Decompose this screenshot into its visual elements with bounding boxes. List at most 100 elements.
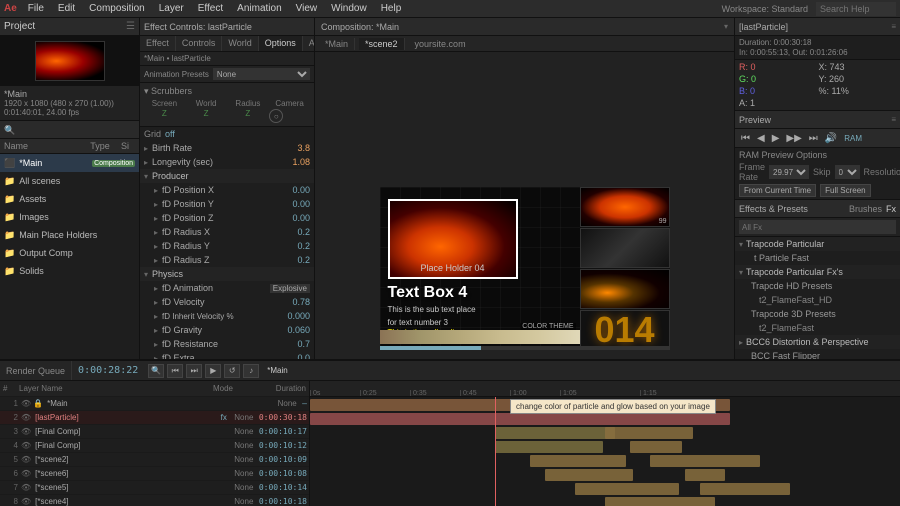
menu-effect[interactable]: Effect — [195, 3, 226, 14]
tl-loop-btn[interactable]: ↺ — [224, 364, 240, 378]
ep-group-trapcode[interactable]: ▾ Trapcode Particular — [735, 237, 900, 251]
param-velocity[interactable]: ▸ fD Velocity 0.78 — [140, 295, 314, 309]
tl-layer-8[interactable]: 8 👁 [*scene4] None 0:00:10:18 — [0, 495, 309, 506]
menu-window[interactable]: Window — [328, 3, 370, 14]
expand-tcfx: ▾ — [739, 268, 743, 277]
full-screen-btn[interactable]: Full Screen — [820, 184, 870, 197]
proj-item-mainplaceholders[interactable]: 📁 Main Place Holders — [0, 226, 139, 244]
tl-layer-3[interactable]: 3 👁 [Final Comp] None 0:00:10:17 — [0, 425, 309, 439]
skip-select[interactable]: 0 — [835, 165, 860, 179]
expand-icon-radx: ▸ — [154, 228, 158, 237]
project-menu-icon[interactable]: ☰ — [126, 21, 135, 32]
search-help-input[interactable] — [816, 2, 896, 16]
tl-layer-5[interactable]: 5 👁 [*scene2] None 0:00:10:09 — [0, 453, 309, 467]
scrubber-z-screen: Z — [144, 109, 185, 123]
from-current-btn[interactable]: From Current Time — [739, 184, 816, 197]
ep-group-trapcode-fx[interactable]: ▾ Trapcode Particular Fx's — [735, 265, 900, 279]
tl-layer-6[interactable]: 6 👁 [*scene6] None 0:00:10:08 — [0, 467, 309, 481]
param-animation[interactable]: ▸ fD Animation Explosive — [140, 281, 314, 295]
menu-edit[interactable]: Edit — [55, 3, 78, 14]
param-pos-x[interactable]: ▸ fD Position X 0.00 — [140, 183, 314, 197]
menu-layer[interactable]: Layer — [156, 3, 187, 14]
expand-icon-rady: ▸ — [154, 242, 158, 251]
ep-brushes-tab[interactable]: Brushes — [849, 204, 882, 214]
comp-tab-scene2[interactable]: *scene2 — [359, 38, 405, 50]
ep-search-input[interactable] — [739, 220, 896, 234]
project-search-input[interactable] — [0, 121, 139, 139]
folder-icon-3: 📁 — [4, 212, 15, 223]
folder-icon-6: 📁 — [4, 266, 15, 277]
proj-item-solids[interactable]: 📁 Solids — [0, 262, 139, 280]
proj-item-outputcomp[interactable]: 📁 Output Comp — [0, 244, 139, 262]
ep-fx-tab[interactable]: Fx — [886, 204, 896, 214]
tab-controls-options[interactable]: Controls — [176, 36, 223, 51]
prev-audio-btn[interactable]: 🔊 — [823, 133, 839, 144]
param-birthrate[interactable]: ▸ Birth Rate 3.8 — [140, 141, 314, 155]
menu-composition[interactable]: Composition — [86, 3, 148, 14]
proj-item-assets[interactable]: 📁 Assets — [0, 190, 139, 208]
ruler-mark-0: 0s — [310, 390, 320, 396]
prev-back-btn[interactable]: ◀ — [755, 133, 767, 144]
proj-item-main[interactable]: ⬛ *Main Composition — [0, 154, 139, 172]
preview-menu-icon[interactable]: ≡ — [891, 115, 896, 124]
tl-search-btn[interactable]: 🔍 — [148, 364, 164, 378]
ep-particle-fast[interactable]: t Particle Fast — [735, 251, 900, 265]
param-longevity[interactable]: ▸ Longevity (sec) 1.08 — [140, 155, 314, 169]
prev-ram-btn[interactable]: RAM — [842, 134, 864, 143]
param-pos-z[interactable]: ▸ fD Position Z 0.00 — [140, 211, 314, 225]
eye-icon-1: 👁 — [21, 399, 31, 408]
param-group-physics[interactable]: ▾ Physics — [140, 267, 314, 281]
prev-last-btn[interactable]: ⏭ — [807, 133, 820, 144]
tab-effect-main[interactable]: Effect — [140, 36, 176, 51]
prev-fwd-btn[interactable]: ▶▶ — [784, 133, 803, 144]
ep-3d-presets[interactable]: Trapcode 3D Presets — [735, 307, 900, 321]
comp-header-options[interactable]: ▾ — [724, 22, 728, 31]
proj-item-allscenes[interactable]: 📁 All scenes — [0, 172, 139, 190]
comp-tab-main[interactable]: *Main — [319, 38, 355, 50]
tl-tracks: 0s 0:25 0:35 0:45 1:00 1:05 1:15 — [310, 381, 900, 506]
info-menu-icon[interactable]: ≡ — [891, 22, 896, 31]
tl-layer-7[interactable]: 7 👁 [*scene5] None 0:00:10:14 — [0, 481, 309, 495]
prev-first-btn[interactable]: ⏮ — [739, 133, 752, 144]
fps-row: Frame Rate 29.9724 Skip 0 Resolution Aut… — [739, 162, 896, 182]
menu-help[interactable]: Help — [378, 3, 405, 14]
tl-play-btn[interactable]: ▶ — [205, 364, 221, 378]
prev-play-btn[interactable]: ▶ — [770, 133, 782, 144]
tl-audio-btn[interactable]: ♪ — [243, 364, 259, 378]
menu-view[interactable]: View — [293, 3, 321, 14]
param-pos-y[interactable]: ▸ fD Position Y 0.00 — [140, 197, 314, 211]
tab-world[interactable]: World — [222, 36, 258, 51]
param-rad-y[interactable]: ▸ fD Radius Y 0.2 — [140, 239, 314, 253]
menu-file[interactable]: File — [25, 3, 47, 14]
tl-body: # Layer Name Mode Duration 1 👁 🔒 *Main N… — [0, 381, 900, 506]
tl-tab-main[interactable]: *Main — [267, 366, 287, 375]
scrubber-camera-btn[interactable]: ○ — [269, 109, 283, 123]
param-gravity[interactable]: ▸ fD Gravity 0.060 — [140, 323, 314, 337]
param-inherit-vel[interactable]: ▸ fD Inherit Velocity % 0.000 — [140, 309, 314, 323]
tl-name-2: [lastParticle] — [35, 413, 218, 422]
ep-flamefast-hd[interactable]: t2_FlameFast_HD — [735, 293, 900, 307]
param-resistance[interactable]: ▸ fD Resistance 0.7 — [140, 337, 314, 351]
tl-layer-4[interactable]: 4 👁 [Final Comp] None 0:00:10:12 — [0, 439, 309, 453]
ep-group-bcc6[interactable]: ▸ BCC6 Distortion & Perspective — [735, 335, 900, 349]
ep-hd-presets[interactable]: Trapcde HD Presets — [735, 279, 900, 293]
tl-layer-1[interactable]: 1 👁 🔒 *Main None — — [0, 397, 309, 411]
tab-options[interactable]: Options — [259, 36, 303, 51]
ep-flamefast[interactable]: t2_FlameFast — [735, 321, 900, 335]
tl-end-btn[interactable]: ⏭ — [186, 364, 202, 378]
animation-presets-select[interactable]: None — [213, 68, 310, 80]
tl-layer-2[interactable]: 2 👁 [lastParticle] fx None 0:00:30:18 — [0, 411, 309, 425]
framerate-select[interactable]: 29.9724 — [769, 165, 809, 179]
param-name-radx: fD Radius X — [162, 227, 297, 237]
param-rad-z[interactable]: ▸ fD Radius Z 0.2 — [140, 253, 314, 267]
tl-home-btn[interactable]: ⏮ — [167, 364, 183, 378]
num-014: 014 — [594, 310, 654, 350]
proj-item-images[interactable]: 📁 Images — [0, 208, 139, 226]
param-group-producer[interactable]: ▾ Producer — [140, 169, 314, 183]
menu-animation[interactable]: Animation — [234, 3, 284, 14]
thumb-grid: 99 014 — [580, 187, 670, 350]
tab-about[interactable]: About — [303, 36, 315, 51]
param-rad-x[interactable]: ▸ fD Radius X 0.2 — [140, 225, 314, 239]
tl-dur-5: 0:00:10:09 — [259, 455, 307, 464]
comp-tab-yoursite[interactable]: yoursite.com — [409, 38, 472, 50]
